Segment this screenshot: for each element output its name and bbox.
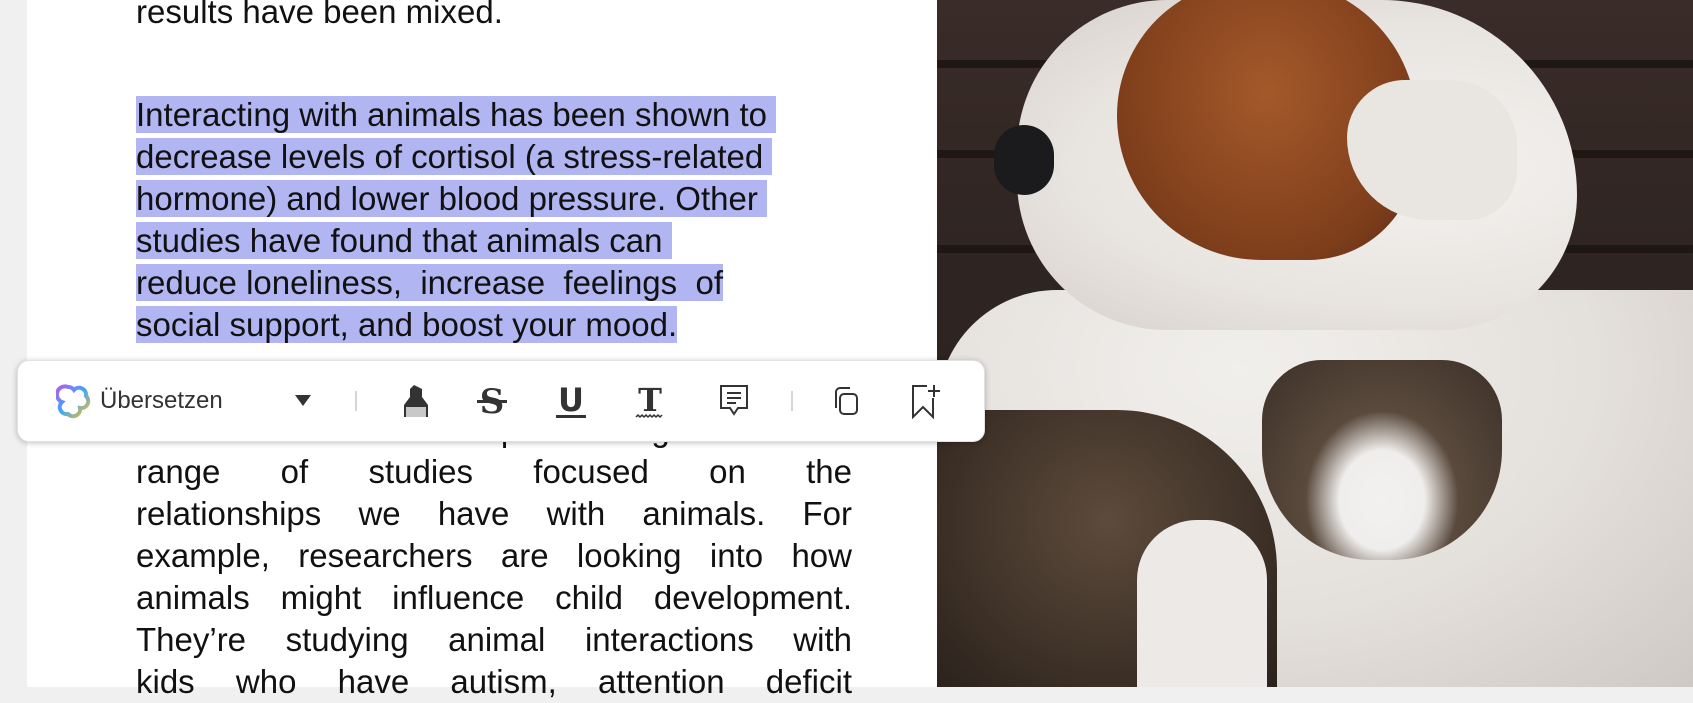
text-line: results have been mixed. (136, 0, 503, 30)
divider (791, 391, 793, 411)
strikethrough-icon[interactable]: S (472, 361, 512, 441)
selected-line[interactable]: social support, and boost your mood. (136, 306, 678, 343)
text-line: They’re studying animal interactions wit… (136, 621, 852, 658)
divider (355, 391, 357, 411)
dog-and-cat-photo (937, 0, 1693, 687)
comment-icon[interactable] (714, 361, 754, 441)
squiggly-underline-icon[interactable]: T (630, 361, 670, 441)
underline-icon[interactable]: U (551, 361, 591, 441)
text-line: relationships we have with animals. For (136, 495, 852, 532)
text-line: range of studies focused on the (136, 453, 852, 490)
selected-line[interactable]: Interacting with animals has been shown … (136, 96, 777, 133)
add-bookmark-icon[interactable] (906, 361, 946, 441)
translate-logo-icon (56, 383, 92, 419)
svg-text:U: U (558, 382, 584, 419)
dropdown-caret-icon[interactable] (288, 361, 318, 441)
highlight-icon[interactable] (396, 361, 436, 441)
text-selection-toolbar: Übersetzen S U T (17, 360, 985, 442)
selected-line[interactable]: studies have found that animals can (136, 222, 672, 259)
text-line: example, researchers are looking into ho… (136, 537, 852, 574)
text-line: kids who have autism, attention deficit (136, 663, 852, 700)
svg-text:T: T (638, 382, 662, 419)
copy-icon[interactable] (826, 361, 866, 441)
translate-button[interactable]: Übersetzen (56, 361, 256, 441)
selected-line[interactable]: reduce loneliness, increase feelings of (136, 264, 724, 301)
selected-line[interactable]: decrease levels of cortisol (a stress-re… (136, 138, 773, 175)
translate-label: Übersetzen (100, 387, 223, 414)
text-line: animals might influence child developmen… (136, 579, 852, 616)
selected-line[interactable]: hormone) and lower blood pressure. Other (136, 180, 767, 217)
